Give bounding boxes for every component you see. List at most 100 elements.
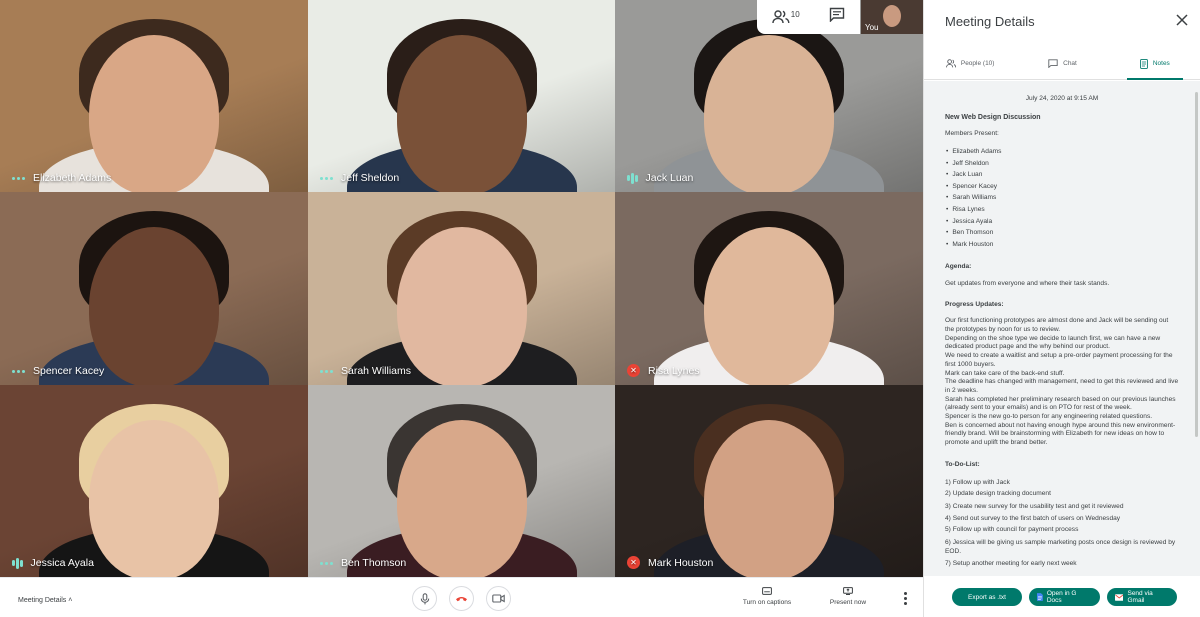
self-view[interactable]: You: [861, 0, 923, 34]
notes-date: July 24, 2020 at 9:15 AM: [1025, 95, 1099, 102]
video-tile[interactable]: ✕ Risa Lynes: [615, 192, 923, 385]
more-options-icon[interactable]: [904, 592, 907, 605]
progress-line: Spencer is the new go-to person for any …: [945, 413, 1153, 421]
member-item: Elizabeth Adams: [945, 146, 1179, 158]
participant-face: [89, 226, 219, 385]
member-item: Spencer Kacey: [945, 181, 1179, 193]
todo-item: 2) Update design tracking document: [945, 490, 1051, 498]
gmail-label: Send via Gmail: [1127, 590, 1153, 604]
participant-name: Mark Houston: [648, 556, 714, 569]
tab-chat-label: Chat: [1063, 60, 1077, 67]
docs-label: Open in G Docs: [1046, 590, 1077, 604]
self-avatar: [883, 5, 901, 27]
audio-dots-icon: [320, 176, 333, 180]
progress-line: Ben is concerned about not having enough…: [945, 421, 1176, 447]
chat-icon: [830, 7, 845, 23]
video-tile[interactable]: ✕ Mark Houston: [615, 385, 923, 577]
todo-item: 4) Send out survey to the first batch of…: [945, 514, 1121, 522]
participant-face: [704, 226, 834, 385]
captions-button[interactable]: Turn on captions: [737, 587, 797, 606]
audio-level-icon: [627, 172, 638, 184]
participant-name-tag: Jessica Ayala: [12, 557, 94, 569]
participant-name: Jack Luan: [645, 172, 694, 184]
leave-call-button[interactable]: [449, 586, 474, 611]
video-tile[interactable]: Spencer Kacey: [0, 192, 308, 385]
video-tile[interactable]: Jeff Sheldon: [308, 0, 615, 192]
meeting-details-button[interactable]: Meeting Details ˄: [18, 597, 72, 604]
export-txt-button[interactable]: Export as .txt: [952, 588, 1022, 606]
audio-level-icon: [12, 557, 23, 569]
progress-line: Mark can take care of the back-end stuff…: [945, 369, 1065, 377]
todo-item: 3) Create new survey for the usability t…: [945, 502, 1124, 510]
progress-line: The deadline has changed with management…: [945, 378, 1179, 394]
participant-name-tag: Elizabeth Adams: [12, 172, 111, 184]
participant-name-tag: Ben Thomson: [320, 557, 406, 569]
tab-notes-label: Notes: [1152, 60, 1170, 67]
video-grid: Elizabeth Adams Jeff Sheldon Jack Luan Spen…: [0, 0, 923, 577]
microphone-icon: [420, 592, 429, 604]
video-tile[interactable]: Sarah Williams: [308, 192, 615, 385]
member-item: Mark Houston: [945, 239, 1179, 251]
people-button[interactable]: 10: [772, 10, 800, 24]
video-tile[interactable]: Ben Thomson: [308, 385, 615, 577]
participant-name: Ben Thomson: [341, 557, 407, 569]
captions-icon: [762, 587, 772, 595]
top-controls: 10: [757, 0, 860, 34]
participant-name: Spencer Kacey: [33, 365, 105, 377]
tab-people[interactable]: People (10): [924, 48, 1016, 79]
member-item: Risa Lynes: [945, 204, 1179, 216]
participant-name: Risa Lynes: [648, 364, 700, 377]
chat-icon: [1048, 59, 1058, 68]
todo-item: 6) Jessica will be giving us sample mark…: [945, 538, 1176, 555]
todo-item: 1) Follow up with Jack: [945, 478, 1010, 486]
captions-label: Turn on captions: [742, 599, 792, 606]
audio-dots-icon: [320, 369, 333, 373]
progress-text: Our first functioning prototypes are alm…: [945, 317, 1179, 448]
progress-line: Sarah has completed her preliminary rese…: [945, 395, 1176, 412]
send-gmail-button[interactable]: Send via Gmail: [1107, 588, 1177, 606]
present-label: Present now: [829, 599, 867, 606]
member-item: Jessica Ayala: [945, 216, 1179, 228]
members-heading: Members Present:: [945, 130, 999, 137]
member-item: Sarah Williams: [945, 192, 1179, 204]
people-icon: [772, 10, 790, 24]
participant-name: Elizabeth Adams: [33, 172, 112, 184]
close-icon[interactable]: [1174, 12, 1190, 28]
panel-tabs: People (10) Chat Notes: [924, 48, 1200, 80]
video-tile[interactable]: Jessica Ayala: [0, 385, 308, 577]
meeting-details-panel: Meeting Details People (10) Chat Notes J…: [923, 0, 1200, 617]
mic-off-icon: ✕: [627, 556, 640, 569]
tab-notes[interactable]: Notes: [1109, 48, 1200, 80]
camera-icon: [492, 594, 505, 603]
progress-line: Depending on the shoe type we decide to …: [945, 334, 1161, 351]
tab-chat[interactable]: Chat: [1016, 48, 1108, 79]
participant-name-tag: Jeff Sheldon: [320, 172, 399, 184]
people-icon: [945, 59, 956, 68]
audio-dots-icon: [320, 561, 333, 565]
microphone-button[interactable]: [412, 586, 437, 611]
participant-name-tag: Sarah Williams: [320, 365, 411, 377]
present-now-button[interactable]: Present now: [818, 587, 878, 606]
panel-title: Meeting Details: [945, 14, 1035, 29]
camera-button[interactable]: [486, 586, 511, 611]
agenda-heading: Agenda:: [945, 263, 972, 271]
notes-scrollbar[interactable]: [1195, 92, 1198, 437]
video-tile[interactable]: Elizabeth Adams: [0, 0, 308, 192]
participant-face: [396, 419, 527, 577]
people-count: 10: [790, 10, 800, 19]
progress-line: We need to create a waitlist and setup a…: [945, 352, 1173, 368]
self-label: You: [865, 23, 879, 32]
panel-actions: Export as .txt Open in G Docs Send via G…: [924, 577, 1200, 617]
progress-line: Our first functioning prototypes are alm…: [945, 317, 1169, 334]
participant-name: Jeff Sheldon: [341, 172, 400, 184]
agenda-text: Get updates from everyone and where thei…: [945, 280, 1110, 288]
notes-icon: [1139, 58, 1148, 69]
participant-name-tag: Spencer Kacey: [12, 365, 104, 377]
notes-title: New Web Design Discussion: [945, 114, 1041, 121]
chat-button[interactable]: [829, 7, 845, 27]
export-label: Export as .txt: [968, 593, 1006, 601]
tab-people-label: People (10): [960, 60, 995, 67]
notes-document[interactable]: July 24, 2020 at 9:15 AM New Web Design …: [924, 81, 1200, 576]
progress-heading: Progress Updates:: [945, 301, 1004, 309]
open-docs-button[interactable]: Open in G Docs: [1029, 588, 1100, 606]
